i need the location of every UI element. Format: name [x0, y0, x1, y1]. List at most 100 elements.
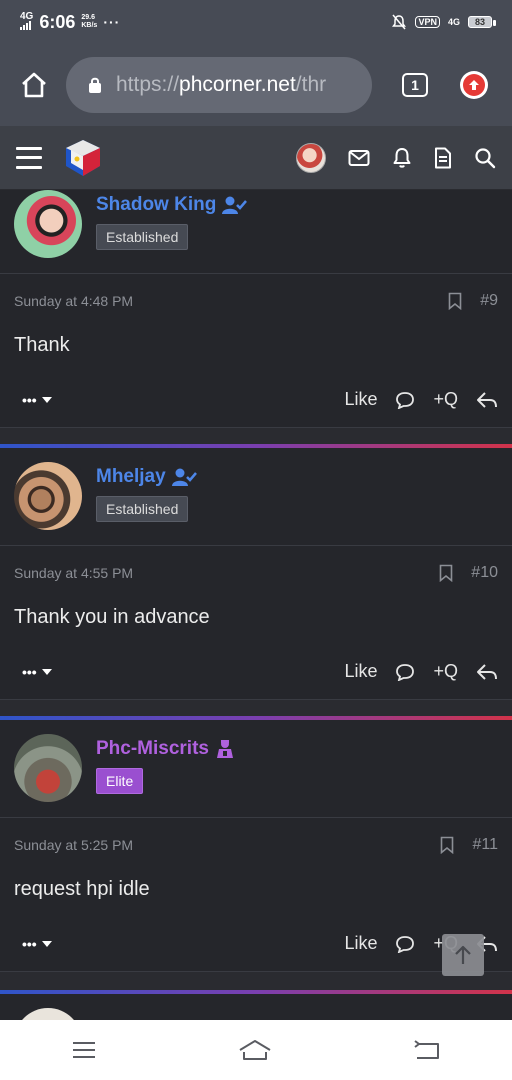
- speed-unit: KB/s: [81, 22, 98, 29]
- bell-icon[interactable]: [392, 147, 412, 169]
- post: Shadow King Established Sunday at 4:48 P…: [0, 190, 512, 428]
- more-dots-icon: •••: [22, 935, 37, 952]
- post-number-group: #11: [440, 836, 498, 854]
- back-icon[interactable]: [413, 1039, 441, 1061]
- user-title-badge: Elite: [96, 768, 144, 794]
- home-icon: [22, 72, 46, 98]
- search-icon[interactable]: [474, 147, 496, 169]
- bookmark-icon[interactable]: [439, 564, 453, 582]
- upload-icon: [463, 74, 485, 96]
- more-options-button[interactable]: •••: [22, 936, 53, 952]
- status-right: VPN 4G 83: [391, 14, 497, 30]
- post-meta: Sunday at 4:55 PM #10: [0, 546, 512, 600]
- address-bar[interactable]: https://phcorner.net/thr: [66, 57, 372, 113]
- mute-bell-icon: [392, 14, 407, 30]
- post-number[interactable]: #11: [472, 836, 498, 854]
- scroll-to-top-button[interactable]: [442, 934, 484, 976]
- username-text[interactable]: Shadow King: [96, 194, 216, 216]
- bookmark-icon[interactable]: [448, 292, 462, 310]
- post-body: Thank you in advance: [14, 606, 210, 628]
- post-gap: [0, 974, 512, 990]
- more-options-button[interactable]: •••: [22, 392, 53, 408]
- post-number[interactable]: #9: [480, 292, 498, 310]
- site-header: [0, 126, 512, 190]
- post-actions: ••• Like +Q: [0, 916, 512, 972]
- vpn-badge: VPN: [415, 16, 440, 28]
- avatar[interactable]: [14, 1008, 82, 1020]
- caret-down-icon: [41, 668, 52, 675]
- post-body: request hpi idle: [14, 878, 150, 900]
- network-indicator: 4G: [20, 12, 33, 32]
- post: Phc-Miscrits Elite Sunday at 5:25 PM #11…: [0, 720, 512, 972]
- reply-comment-icon[interactable]: [395, 935, 415, 953]
- multi-quote-button[interactable]: +Q: [433, 389, 458, 410]
- user-avatar[interactable]: [296, 142, 326, 173]
- post-timestamp[interactable]: Sunday at 5:25 PM: [14, 837, 133, 853]
- author-meta: Shadow King Established: [96, 190, 248, 250]
- author-meta: Mheljay Established: [96, 462, 198, 522]
- post: [0, 994, 512, 1020]
- more-dots-icon: •••: [22, 391, 37, 408]
- post-author: Phc-Miscrits Elite: [0, 720, 512, 818]
- upload-button[interactable]: [460, 71, 488, 99]
- caret-down-icon: [41, 940, 52, 947]
- system-navigation-bar: [0, 1020, 512, 1080]
- bookmark-icon[interactable]: [440, 836, 454, 854]
- post-meta: Sunday at 4:48 PM #9: [0, 274, 512, 328]
- arrow-up-icon: [455, 945, 471, 964]
- header-actions: [296, 142, 496, 173]
- browser-toolbar: https://phcorner.net/thr 1: [0, 44, 512, 126]
- avatar[interactable]: [14, 734, 82, 802]
- clock: 6:06: [39, 11, 76, 32]
- home-button[interactable]: [16, 67, 52, 103]
- multi-quote-button[interactable]: +Q: [433, 661, 458, 682]
- post-actions: ••• Like +Q: [0, 372, 512, 428]
- reply-comment-icon[interactable]: [395, 663, 415, 681]
- post-number[interactable]: #10: [471, 564, 498, 582]
- post-gap: [0, 700, 512, 716]
- thread-content: Shadow King Established Sunday at 4:48 P…: [0, 190, 512, 1020]
- more-options-button[interactable]: •••: [22, 664, 53, 680]
- site-logo[interactable]: [62, 137, 104, 179]
- home-nav-icon[interactable]: [238, 1038, 272, 1062]
- post-timestamp[interactable]: Sunday at 4:55 PM: [14, 565, 133, 581]
- avatar[interactable]: [14, 190, 82, 258]
- mail-icon[interactable]: [348, 149, 370, 167]
- status-bar: 4G 6:06 29.6 KB/s ··· VPN 4G 83: [0, 0, 512, 44]
- post-gap: [0, 428, 512, 444]
- user-title-badge: Established: [96, 224, 189, 250]
- avatar[interactable]: [14, 462, 82, 530]
- reaction-actions: Like +Q: [344, 389, 498, 410]
- post-number-group: #10: [439, 564, 498, 582]
- recent-apps-icon[interactable]: [71, 1040, 97, 1060]
- signal-icon: [20, 21, 31, 30]
- post-timestamp[interactable]: Sunday at 4:48 PM: [14, 293, 133, 309]
- elite-user-icon: [216, 740, 233, 758]
- url-path: /thr: [295, 73, 327, 96]
- menu-button[interactable]: [16, 146, 42, 169]
- like-button[interactable]: Like: [344, 389, 377, 410]
- reply-comment-icon[interactable]: [395, 391, 415, 409]
- url-host: phcorner.net: [179, 73, 296, 96]
- like-button[interactable]: Like: [344, 933, 377, 954]
- username[interactable]: Phc-Miscrits: [96, 734, 235, 764]
- reaction-actions: Like +Q: [344, 661, 498, 682]
- url-scheme: https://: [116, 73, 180, 96]
- tab-switcher-button[interactable]: 1: [402, 73, 428, 97]
- username-text[interactable]: Mheljay: [96, 466, 166, 488]
- verified-user-icon: [171, 468, 197, 486]
- username[interactable]: Shadow King: [96, 190, 248, 220]
- username-text[interactable]: Phc-Miscrits: [96, 738, 209, 760]
- caret-down-icon: [41, 396, 52, 403]
- post-number-group: #9: [448, 292, 498, 310]
- lock-icon: [89, 77, 101, 93]
- user-title-badge: Established: [96, 496, 189, 522]
- reply-icon[interactable]: [476, 663, 498, 681]
- document-icon[interactable]: [434, 147, 452, 169]
- post-meta: Sunday at 5:25 PM #11: [0, 818, 512, 872]
- username[interactable]: Mheljay: [96, 462, 198, 492]
- verified-user-icon: [222, 196, 248, 214]
- like-button[interactable]: Like: [344, 661, 377, 682]
- author-meta: Phc-Miscrits Elite: [96, 734, 235, 794]
- reply-icon[interactable]: [476, 391, 498, 409]
